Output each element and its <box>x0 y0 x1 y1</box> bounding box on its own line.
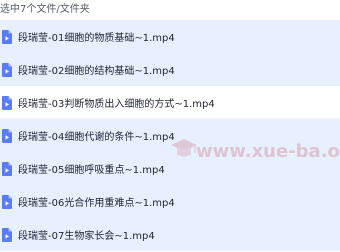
file-name: 段瑞莹-05细胞呼吸重点~1.mp4 <box>18 165 165 176</box>
video-file-icon <box>2 62 12 77</box>
video-file-icon <box>2 29 12 44</box>
file-name: 段瑞莹-07生物家长会~1.mp4 <box>18 231 155 242</box>
file-row[interactable]: 段瑞莹-04细胞代谢的条件~1.mp4 <box>0 119 340 152</box>
video-file-icon <box>2 128 12 143</box>
file-row[interactable]: 段瑞莹-03判断物质出入细胞的方式~1.mp4 <box>0 86 340 119</box>
selection-status: 选中7个文件/文件夹 <box>0 4 90 15</box>
file-row[interactable]: 段瑞莹-06光合作用重难点~1.mp4 <box>0 185 340 218</box>
video-file-icon <box>2 95 12 110</box>
file-name: 段瑞莹-06光合作用重难点~1.mp4 <box>18 198 175 209</box>
file-name: 段瑞莹-04细胞代谢的条件~1.mp4 <box>18 132 175 143</box>
video-file-icon <box>2 227 12 242</box>
file-row[interactable]: 段瑞莹-01细胞的物质基础~1.mp4 <box>0 20 340 53</box>
file-name: 段瑞莹-03判断物质出入细胞的方式~1.mp4 <box>18 99 215 110</box>
file-name: 段瑞莹-02细胞的结构基础~1.mp4 <box>18 66 175 77</box>
file-name: 段瑞莹-01细胞的物质基础~1.mp4 <box>18 33 175 44</box>
file-row[interactable]: 段瑞莹-02细胞的结构基础~1.mp4 <box>0 53 340 86</box>
file-row[interactable]: 段瑞莹-07生物家长会~1.mp4 <box>0 218 340 251</box>
file-list: 段瑞莹-01细胞的物质基础~1.mp4 段瑞莹-02细胞的结构基础~1.mp4 … <box>0 20 340 251</box>
video-file-icon <box>2 161 12 176</box>
file-row[interactable]: 段瑞莹-05细胞呼吸重点~1.mp4 <box>0 152 340 185</box>
video-file-icon <box>2 194 12 209</box>
